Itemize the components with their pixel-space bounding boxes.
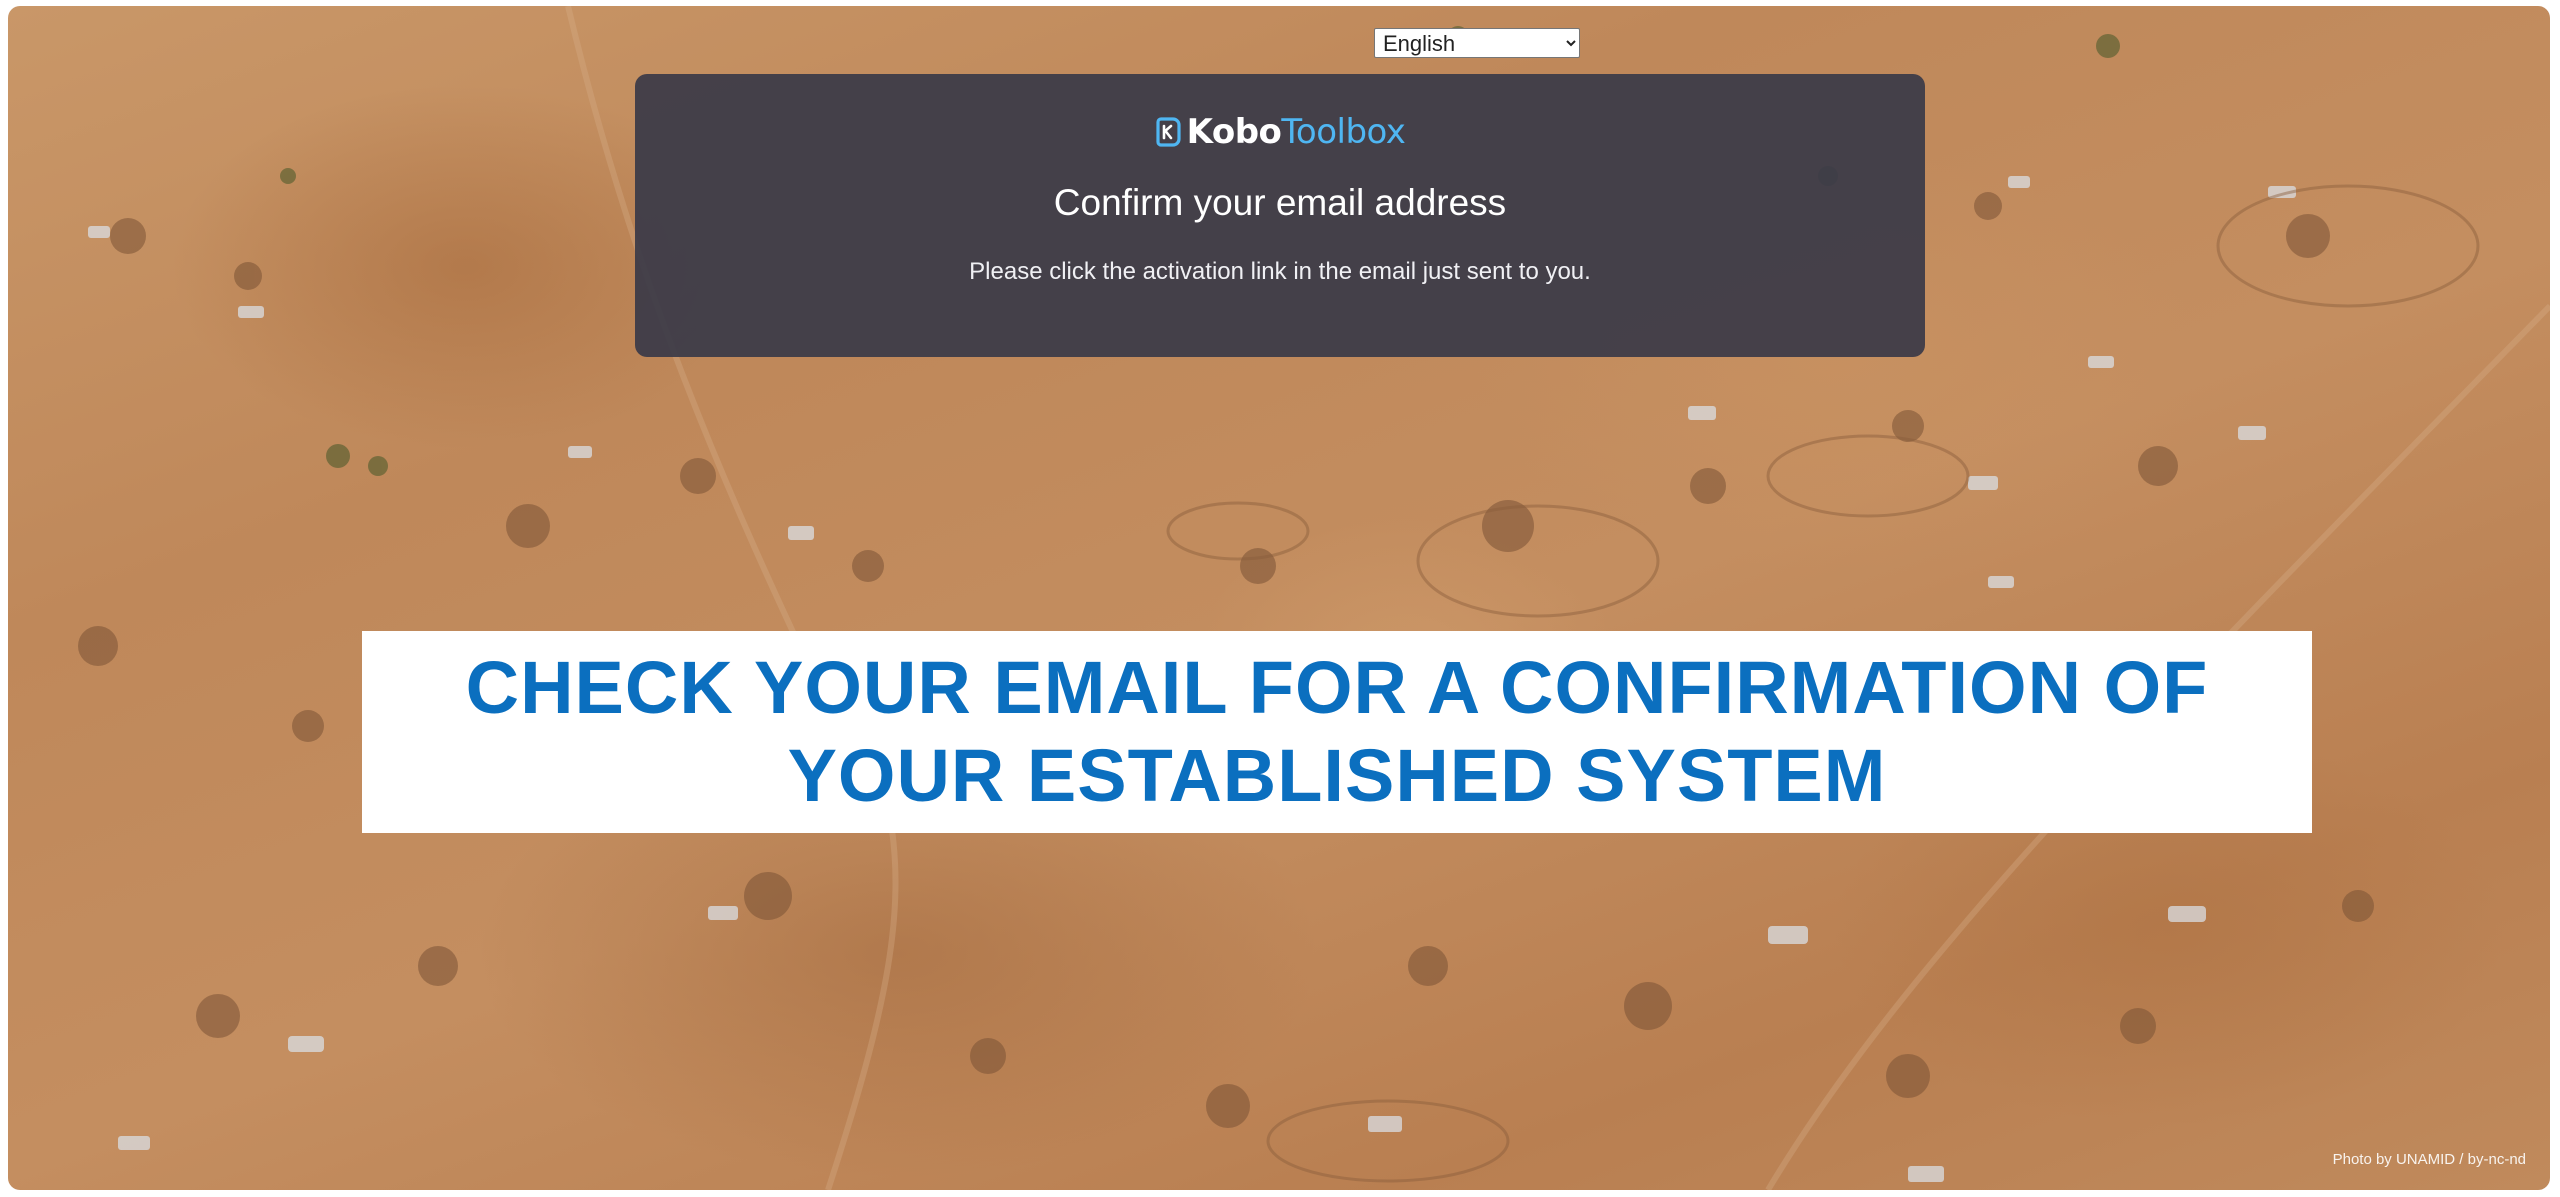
logo-text-toolbox: Toolbox xyxy=(1281,112,1406,152)
modal-title: Confirm your email address xyxy=(1053,182,1507,223)
background-photo: English KoboToolbox Confirm your email a… xyxy=(8,6,2550,1190)
photo-credit: Photo by UNAMID / by-nc-nd xyxy=(2332,1151,2526,1168)
modal-message: Please click the activation link in the … xyxy=(969,258,1591,285)
kobo-logo-icon xyxy=(1155,117,1181,147)
logo-wordmark: KoboToolbox xyxy=(1187,112,1406,152)
confirm-email-modal: KoboToolbox Confirm your email address P… xyxy=(635,74,1925,357)
confirmation-banner: CHECK YOUR EMAIL FOR A CONFIRMATION OF Y… xyxy=(362,631,2312,833)
banner-text: CHECK YOUR EMAIL FOR A CONFIRMATION OF Y… xyxy=(465,646,2209,817)
kobotoolbox-logo: KoboToolbox xyxy=(635,112,1925,152)
logo-text-kobo: Kobo xyxy=(1186,112,1282,152)
language-select[interactable]: English xyxy=(1374,28,1580,58)
